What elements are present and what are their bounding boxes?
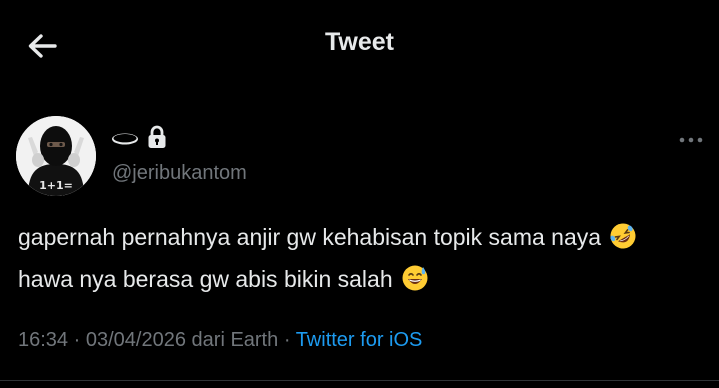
tweet-source-link[interactable]: Twitter for iOS <box>296 329 423 351</box>
tweet-text-part-1: gapernah pernahnya anjir gw kehabisan to… <box>18 224 602 250</box>
tweet-text: gapernah pernahnya anjir gw kehabisan to… <box>18 219 698 303</box>
page-title: Tweet <box>325 28 394 56</box>
meta-separator: · <box>73 329 81 351</box>
user-handle[interactable]: @jeribukantom <box>112 162 247 185</box>
tweet-metadata: 16:34 · 03/04/2026 dari Earth · Twitter … <box>18 329 422 352</box>
avatar[interactable]: 1+1= <box>16 116 96 196</box>
tweet-text-part-2: hawa nya berasa gw abis bikin salah <box>18 266 393 292</box>
top-bar: Tweet <box>0 0 719 90</box>
avatar-image: 1+1= <box>16 116 96 196</box>
lock-icon <box>146 124 168 155</box>
grinning-sweat-emoji <box>401 264 429 303</box>
more-options-icon[interactable] <box>676 130 706 150</box>
hole-emoji <box>110 126 140 153</box>
tweet-time: 16:34 <box>18 329 69 351</box>
tweet-origin: dari Earth <box>191 329 279 351</box>
avatar-shirt-text: 1+1= <box>39 179 73 192</box>
divider <box>0 380 719 381</box>
tweet-date: 03/04/2026 <box>85 329 186 351</box>
meta-separator: · <box>283 329 291 351</box>
rolling-on-floor-laughing-emoji <box>609 222 637 261</box>
display-name-row <box>110 124 168 154</box>
